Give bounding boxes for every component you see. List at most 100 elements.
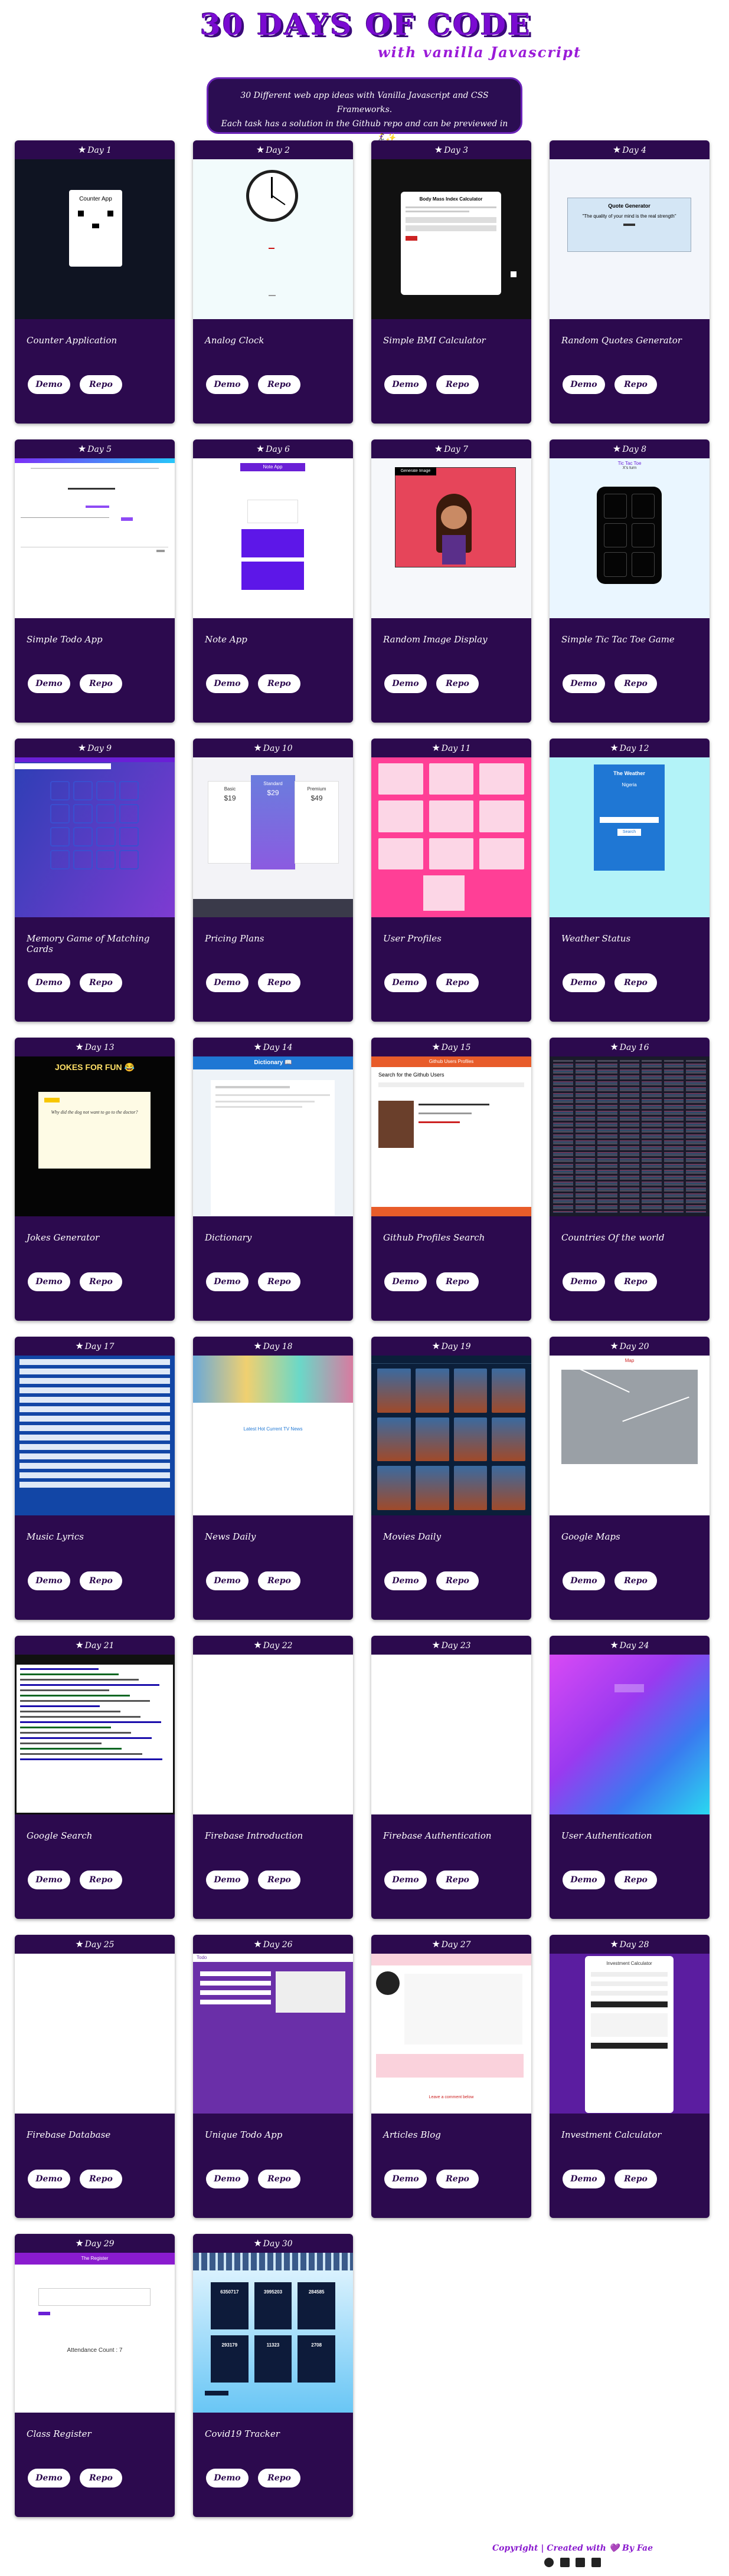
repo-button[interactable]: Repo: [80, 2170, 122, 2188]
project-card: ★ Day 13 JOKES FOR FUN 😂 Why did the dog …: [15, 1038, 175, 1321]
card-day-text: Day 6: [266, 445, 290, 454]
preview-blog-footer: Leave a comment below: [429, 2095, 474, 2099]
demo-button[interactable]: Demo: [384, 1272, 427, 1291]
project-preview-image: [15, 1655, 175, 1814]
demo-button[interactable]: Demo: [563, 1272, 605, 1291]
demo-button[interactable]: Demo: [384, 2170, 427, 2188]
repo-button[interactable]: Repo: [614, 2170, 657, 2188]
repo-button[interactable]: Repo: [258, 1871, 300, 1889]
demo-button[interactable]: Demo: [563, 1871, 605, 1889]
demo-button[interactable]: Demo: [563, 375, 605, 394]
repo-button[interactable]: Repo: [80, 375, 122, 394]
repo-button[interactable]: Repo: [80, 2469, 122, 2488]
repo-button[interactable]: Repo: [614, 674, 657, 693]
demo-button[interactable]: Demo: [206, 973, 249, 992]
project-preview-image: The Weather Nigeria Search: [550, 757, 710, 917]
footer-copyright: Copyright | Created with 💜 By Fae: [492, 2544, 653, 2553]
preview-weather-button: Search: [617, 829, 641, 836]
demo-button[interactable]: Demo: [28, 1272, 70, 1291]
demo-button[interactable]: Demo: [206, 2469, 249, 2488]
github-icon[interactable]: [544, 2558, 554, 2567]
repo-button[interactable]: Repo: [80, 1871, 122, 1889]
demo-button[interactable]: Demo: [563, 674, 605, 693]
project-preview-image: [15, 1356, 175, 1515]
demo-button[interactable]: Demo: [384, 1871, 427, 1889]
repo-button[interactable]: Repo: [436, 1871, 479, 1889]
repo-button[interactable]: Repo: [258, 375, 300, 394]
demo-button[interactable]: Demo: [384, 973, 427, 992]
project-title: Google Maps: [561, 1531, 620, 1542]
repo-button[interactable]: Repo: [258, 1272, 300, 1291]
repo-button[interactable]: Repo: [614, 1871, 657, 1889]
demo-button[interactable]: Demo: [28, 1571, 70, 1590]
card-day-label: ★ Day 13: [15, 1038, 175, 1056]
repo-button[interactable]: Repo: [436, 1272, 479, 1291]
project-card: ★ Day 11 User Profiles Demo Repo: [371, 739, 531, 1022]
demo-button[interactable]: Demo: [28, 973, 70, 992]
demo-button[interactable]: Demo: [206, 2170, 249, 2188]
project-card: ★ Day 1 Counter App Counter Application D…: [15, 140, 175, 424]
repo-button[interactable]: Repo: [614, 1272, 657, 1291]
demo-button[interactable]: Demo: [384, 1571, 427, 1590]
repo-button[interactable]: Repo: [258, 674, 300, 693]
repo-button[interactable]: Repo: [436, 2170, 479, 2188]
card-day-label: ★ Day 9: [15, 739, 175, 757]
demo-button[interactable]: Demo: [28, 1871, 70, 1889]
project-card: ★ Day 26 Todo Unique Todo App Demo Repo: [193, 1935, 353, 2218]
repo-button[interactable]: Repo: [80, 1272, 122, 1291]
repo-button[interactable]: Repo: [436, 1571, 479, 1590]
card-day-text: Day 13: [84, 1043, 115, 1052]
demo-button[interactable]: Demo: [28, 2170, 70, 2188]
preview-jokes-body: Why did the dog not want to go to the do…: [51, 1110, 138, 1115]
repo-button[interactable]: Repo: [614, 375, 657, 394]
demo-button[interactable]: Demo: [206, 1871, 249, 1889]
repo-button[interactable]: Repo: [436, 973, 479, 992]
repo-button[interactable]: Repo: [80, 674, 122, 693]
card-day-text: Day 20: [619, 1342, 649, 1351]
demo-button[interactable]: Demo: [28, 375, 70, 394]
repo-button[interactable]: Repo: [436, 375, 479, 394]
demo-button[interactable]: Demo: [206, 1571, 249, 1590]
linkedin-icon[interactable]: [576, 2558, 586, 2567]
demo-button[interactable]: Demo: [384, 375, 427, 394]
repo-button[interactable]: Repo: [258, 1571, 300, 1590]
preview-maps-title: Map: [625, 1358, 635, 1363]
project-card: ★ Day 20 Map Google Maps Demo Repo: [550, 1337, 710, 1620]
repo-button[interactable]: Repo: [614, 1571, 657, 1590]
star-icon: ★: [612, 443, 622, 454]
demo-button[interactable]: Demo: [28, 2469, 70, 2488]
project-preview-image: Basic $19 Standard $29 Premium $49: [193, 757, 353, 917]
card-day-label: ★ Day 1: [15, 140, 175, 159]
repo-button[interactable]: Repo: [258, 2170, 300, 2188]
star-icon: ★: [77, 742, 87, 753]
star-icon: ★: [75, 1041, 84, 1052]
repo-button[interactable]: Repo: [614, 973, 657, 992]
project-title: Simple Todo App: [27, 634, 103, 645]
demo-button[interactable]: Demo: [563, 973, 605, 992]
repo-button[interactable]: Repo: [258, 2469, 300, 2488]
star-icon: ★: [610, 1340, 619, 1351]
preview-covid-stat: 284585: [298, 2282, 335, 2329]
star-icon: ★: [431, 1938, 440, 1950]
repo-button[interactable]: Repo: [80, 973, 122, 992]
demo-button[interactable]: Demo: [206, 375, 249, 394]
demo-button[interactable]: Demo: [384, 674, 427, 693]
card-day-text: Day 19: [441, 1342, 471, 1351]
demo-button[interactable]: Demo: [206, 1272, 249, 1291]
project-card: ★ Day 8 Tic Tac Toe X's turn Simple Tic T…: [550, 439, 710, 723]
email-icon[interactable]: [591, 2558, 601, 2567]
demo-button[interactable]: Demo: [563, 1571, 605, 1590]
project-title: Articles Blog: [383, 2129, 441, 2140]
repo-button[interactable]: Repo: [80, 1571, 122, 1590]
twitter-icon[interactable]: [560, 2558, 570, 2567]
card-day-label: ★ Day 16: [550, 1038, 710, 1056]
repo-button[interactable]: Repo: [436, 674, 479, 693]
repo-button[interactable]: Repo: [258, 973, 300, 992]
demo-button[interactable]: Demo: [563, 2170, 605, 2188]
card-day-text: Day 10: [263, 744, 293, 753]
demo-button[interactable]: Demo: [206, 674, 249, 693]
star-icon: ★: [431, 1639, 440, 1650]
project-preview-image: Generate Image: [371, 458, 531, 618]
demo-button[interactable]: Demo: [28, 674, 70, 693]
star-icon: ★: [253, 2237, 262, 2249]
